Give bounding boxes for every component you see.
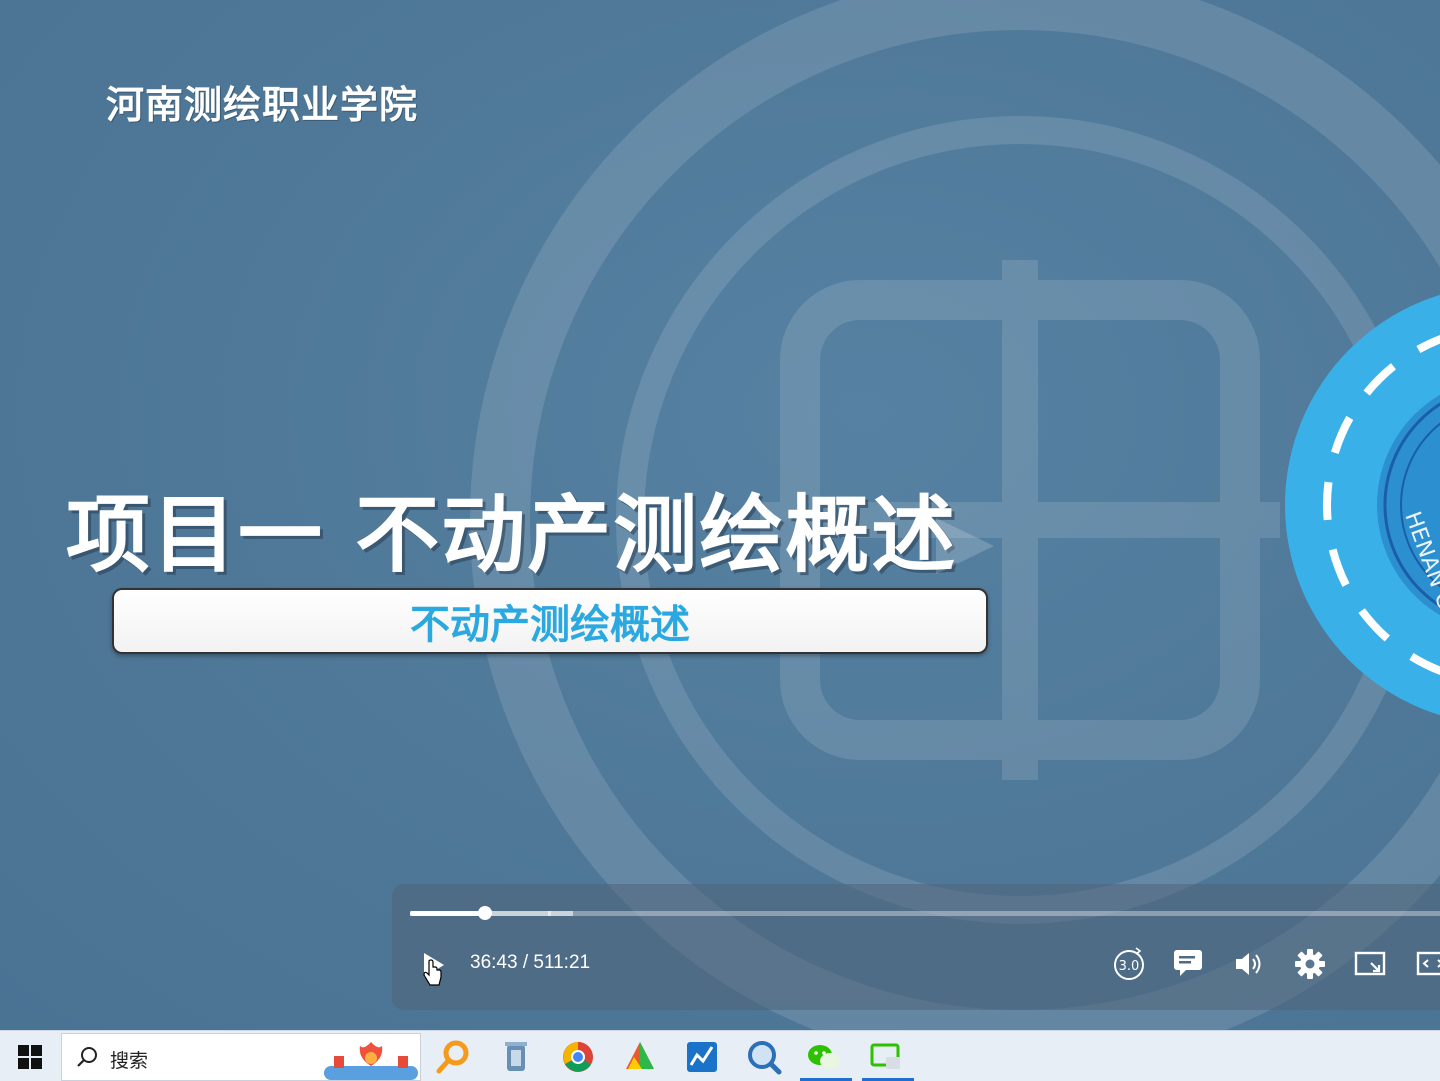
mouse-cursor-hand-icon	[423, 959, 442, 986]
college-emblem-logo: HENAN COLL	[1285, 294, 1440, 716]
picture-in-picture-icon[interactable]	[1354, 950, 1388, 978]
video-controls-bar: 36:43 / 511:21 3.0	[392, 884, 1440, 1010]
settings-gear-icon[interactable]	[1294, 948, 1326, 980]
search-icon	[77, 1047, 97, 1067]
video-frame[interactable]: 河南测绘职业学院 项目一 不动产测绘概述 不动产测绘概述 HENAN COLL …	[0, 0, 1440, 1030]
center-play-icon[interactable]	[930, 512, 1000, 582]
search-placeholder: 搜索	[110, 1050, 149, 1072]
magnifier-app-icon[interactable]	[744, 1037, 784, 1077]
chrome-icon[interactable]	[558, 1037, 598, 1077]
school-name: 河南测绘职业学院	[106, 83, 419, 127]
web-fullscreen-icon[interactable]	[1416, 950, 1440, 978]
subtitle-text: 不动产测绘概述	[410, 602, 690, 648]
wechat-icon[interactable]	[804, 1037, 844, 1077]
windows-start-icon[interactable]	[18, 1045, 42, 1069]
windows-taskbar: 搜索	[0, 1030, 1440, 1081]
chapter-marker	[548, 911, 551, 916]
volume-icon[interactable]	[1234, 950, 1266, 978]
playback-speed-button[interactable]: 3.0	[1112, 946, 1148, 982]
search-highlight-icon	[324, 1042, 418, 1080]
search-app-icon[interactable]	[434, 1037, 474, 1077]
danmaku-icon[interactable]	[1172, 948, 1206, 978]
progress-played	[410, 911, 486, 916]
chart-app-icon[interactable]	[682, 1037, 722, 1077]
time-display: 36:43 / 511:21	[470, 952, 591, 973]
subtitle-banner: 不动产测绘概述	[112, 588, 988, 654]
color-app-icon[interactable]	[620, 1037, 660, 1077]
slide-title: 项目一 不动产测绘概述	[66, 486, 958, 584]
speed-label: 3.0	[1119, 959, 1140, 974]
progress-bar[interactable]	[410, 906, 1440, 920]
taskbar-search-box[interactable]: 搜索	[61, 1033, 421, 1081]
screen-app-icon[interactable]	[866, 1037, 906, 1077]
progress-handle[interactable]	[478, 906, 493, 920]
recycle-bin-icon[interactable]	[496, 1037, 536, 1077]
